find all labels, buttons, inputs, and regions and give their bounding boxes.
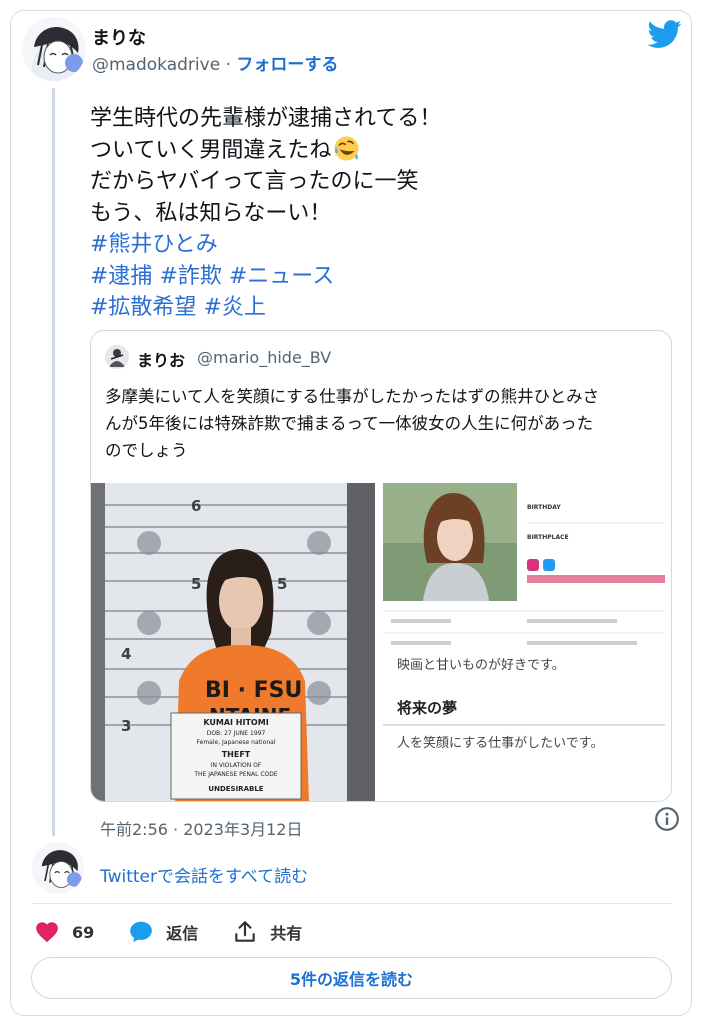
placard-line: THEFT: [222, 750, 251, 759]
hashtag-link[interactable]: #熊井ひとみ: [90, 232, 218, 257]
tweet-line-4: もう、私は知らなーい！: [90, 200, 332, 226]
quoted-line-2: んが5年後には特殊詐欺で捕まるって一体彼女の人生に何があった: [105, 414, 594, 433]
shirt-text: BI · FSU: [205, 678, 302, 703]
profile-dream-heading: 将来の夢: [397, 699, 457, 717]
timestamp-separator: ·: [173, 820, 179, 839]
placard-line: KUMAI HITOMI: [203, 718, 268, 727]
conversation-avatar-image: [32, 842, 84, 894]
share-button[interactable]: 共有: [232, 919, 302, 945]
reply-button[interactable]: 返信: [128, 919, 198, 945]
tweet-text: 学生時代の先輩様が逮捕されてる！ ついていく男間違えたね だからヤバイって言った…: [90, 103, 650, 324]
quoted-media[interactable]: 6 5 5 4 3 BI · FSU NTAINE KUMAI HITOMI D…: [91, 483, 672, 802]
placard-line: DOB: 27 JUNE 1997: [207, 730, 266, 737]
share-label: 共有: [270, 924, 303, 943]
tweet-line-1: 学生時代の先輩様が逮捕されてる！: [90, 106, 442, 131]
read-conversation-link[interactable]: Twitterで会話をすべて読む: [100, 862, 308, 887]
placard-line: IN VIOLATION OF: [211, 762, 262, 769]
tweet-timestamp[interactable]: 午前2:56 · 2023年3月12日: [100, 816, 302, 840]
quoted-avatar-image: [105, 345, 129, 369]
follow-link[interactable]: フォローする: [236, 55, 338, 75]
placard-line: Female, Japanese national: [197, 739, 276, 746]
tweet-line-3: だからヤバイって言ったのに一笑: [90, 169, 419, 194]
hashtag-link[interactable]: #詐欺: [159, 264, 221, 289]
conversation-avatar: [32, 842, 84, 894]
height-mark: 3: [121, 717, 131, 735]
reply-bubble-icon: [130, 921, 153, 943]
hashtag-line-1: #熊井ひとみ: [90, 229, 650, 261]
reply-label: 返信: [166, 924, 199, 943]
info-icon[interactable]: [654, 806, 680, 832]
divider: [32, 903, 672, 904]
quoted-line-3: のでしょう: [105, 441, 188, 460]
author-avatar[interactable]: [22, 17, 86, 81]
thread-connector-line: [52, 88, 55, 836]
tweet-date: 2023年3月12日: [183, 820, 303, 839]
author-handle[interactable]: @madokadrive: [92, 55, 220, 75]
profile-field-label: BIRTHDAY: [527, 504, 561, 511]
height-mark: 6: [191, 497, 201, 515]
hashtag-link[interactable]: #ニュース: [229, 264, 334, 289]
profile-field-label: BIRTHPLACE: [527, 534, 569, 541]
share-upload-icon: [235, 921, 256, 942]
tweet-actions: 69 返信 共有: [34, 916, 336, 948]
profile-dream-text: 人を笑顔にする仕事がしたいです。: [397, 735, 603, 751]
quoted-author-avatar[interactable]: [105, 345, 129, 369]
quoted-display-name[interactable]: まりお: [137, 347, 185, 371]
like-button[interactable]: 69: [34, 919, 94, 945]
height-mark: 5: [191, 575, 201, 593]
height-mark: 4: [121, 645, 131, 663]
twitter-bird-icon[interactable]: [648, 17, 682, 51]
quoted-line-1: 多摩美にいて人を笑顔にする仕事がしたかったはずの熊井ひとみさ: [105, 387, 600, 406]
author-display-name[interactable]: まりな: [92, 24, 146, 50]
profile-page-photo[interactable]: BIRTHDAY BIRTHPLACE 映画と甘いものが好きです。 将来の夢 人…: [378, 483, 672, 802]
author-handle-line: @madokadrive · フォローする: [92, 50, 338, 75]
quoted-tweet[interactable]: まりお @mario_hide_BV 多摩美にいて人を笑顔にする仕事がしたかった…: [90, 330, 672, 802]
hashtag-link[interactable]: #拡散希望: [90, 295, 196, 320]
read-more-replies-button[interactable]: 5件の返信を読む: [31, 957, 672, 999]
quoted-text: 多摩美にいて人を笑顔にする仕事がしたかったはずの熊井ひとみさ んが5年後には特殊…: [105, 383, 661, 464]
mugshot-photo[interactable]: 6 5 5 4 3 BI · FSU NTAINE KUMAI HITOMI D…: [91, 483, 375, 802]
height-mark: 5: [277, 575, 287, 593]
tweet-line-2-text: ついていく男間違えたね: [90, 137, 332, 163]
placard-line: UNDESIRABLE: [208, 785, 263, 793]
placard-line: THE JAPANESE PENAL CODE: [193, 771, 278, 778]
hashtag-line-2: #逮捕 #詐欺 #ニュース: [90, 261, 650, 293]
heart-icon: [36, 922, 58, 943]
hashtag-line-3: #拡散希望 #炎上: [90, 292, 650, 324]
like-count: 69: [72, 922, 95, 942]
handle-separator: ·: [225, 55, 231, 75]
tweet-line-2: ついていく男間違えたね: [90, 135, 650, 167]
hashtag-link[interactable]: #炎上: [203, 295, 265, 320]
hashtag-link[interactable]: #逮捕: [90, 264, 152, 289]
profile-hobby-text: 映画と甘いものが好きです。: [397, 658, 565, 673]
author-avatar-image: [22, 17, 86, 81]
tweet-time: 午前2:56: [100, 820, 168, 839]
quoted-handle[interactable]: @mario_hide_BV: [197, 348, 331, 367]
rolling-laughing-emoji-icon: [334, 136, 359, 160]
